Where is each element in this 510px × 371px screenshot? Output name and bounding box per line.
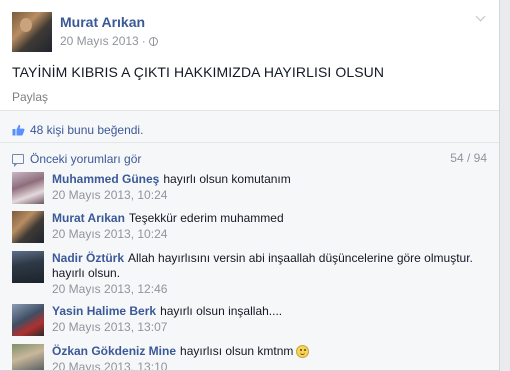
- post-meta: 20 Mayıs 2013 ·: [60, 34, 158, 48]
- comment-body: Nadir Öztürk Allah hayırlısını versin abi…: [52, 251, 488, 297]
- divider: [0, 110, 499, 111]
- comment-icon: [12, 154, 24, 167]
- divider: [0, 142, 499, 143]
- share-link[interactable]: Paylaş: [12, 90, 48, 104]
- commenter-avatar[interactable]: [12, 172, 44, 204]
- comment-body: Muhammed Güneş hayırlı olsun komutanım 20…: [52, 172, 488, 203]
- comment-time[interactable]: 20 Mayıs 2013, 13:10: [52, 360, 488, 370]
- commenter-avatar[interactable]: [12, 211, 44, 243]
- comment-text: hayırlı olsun inşallah....: [160, 304, 283, 318]
- commenter-name[interactable]: Nadir Öztürk: [52, 251, 124, 265]
- post-date[interactable]: 20 Mayıs 2013: [60, 34, 139, 48]
- commenter-avatar[interactable]: [12, 251, 44, 283]
- comment-count: 54 / 94: [450, 151, 487, 165]
- author-name[interactable]: Murat Arıkan: [60, 14, 145, 30]
- previous-comments-label[interactable]: Önceki yorumları gör: [30, 152, 141, 166]
- smiley-emoticon-icon: [296, 345, 310, 358]
- comment-text: hayırlısı olsun kmtnm: [180, 344, 294, 358]
- comment-body: Murat Arıkan Teşekkür ederim muhammed 20 …: [52, 211, 488, 242]
- comment-text: Teşekkür ederim muhammed: [128, 211, 284, 225]
- comment-body: Özkan Gökdeniz Mine hayırlısı olsun kmtnm…: [52, 344, 488, 370]
- comment-body: Yasin Halime Berk hayırlı olsun inşallah.…: [52, 304, 488, 335]
- post-text: TAYİNİM KIBRIS A ÇIKTI HAKKIMIZDA HAYIRL…: [12, 64, 385, 80]
- previous-comments-link[interactable]: Önceki yorumları gör: [12, 151, 141, 167]
- likes-text[interactable]: 48 kişi bunu beğendi.: [30, 123, 143, 137]
- comment-time[interactable]: 20 Mayıs 2013, 13:07: [52, 320, 488, 335]
- post-card: Murat Arıkan 20 Mayıs 2013 · TAYİNİM KIBR…: [0, 0, 500, 371]
- commenter-avatar[interactable]: [12, 304, 44, 336]
- commenter-name[interactable]: Özkan Gökdeniz Mine: [52, 344, 176, 358]
- globe-icon[interactable]: [148, 37, 158, 46]
- meta-separator: ·: [141, 34, 146, 48]
- commenter-avatar[interactable]: [12, 344, 44, 370]
- author-avatar[interactable]: [12, 12, 52, 52]
- commenter-name[interactable]: Murat Arıkan: [52, 211, 125, 225]
- comment-time[interactable]: 20 Mayıs 2013, 10:24: [52, 188, 488, 203]
- chevron-down-icon[interactable]: [475, 12, 487, 24]
- comment-time[interactable]: 20 Mayıs 2013, 10:24: [52, 227, 488, 242]
- post-header: Murat Arıkan 20 Mayıs 2013 ·: [0, 0, 499, 56]
- commenter-name[interactable]: Muhammed Güneş: [52, 172, 159, 186]
- page-background: [500, 0, 510, 371]
- comment-text: hayırlı olsun komutanım: [163, 172, 291, 186]
- thumbs-up-icon: [12, 124, 25, 136]
- comment-time[interactable]: 20 Mayıs 2013, 12:46: [52, 282, 488, 297]
- likes-row[interactable]: 48 kişi bunu beğendi.: [12, 122, 143, 138]
- commenter-name[interactable]: Yasin Halime Berk: [52, 304, 156, 318]
